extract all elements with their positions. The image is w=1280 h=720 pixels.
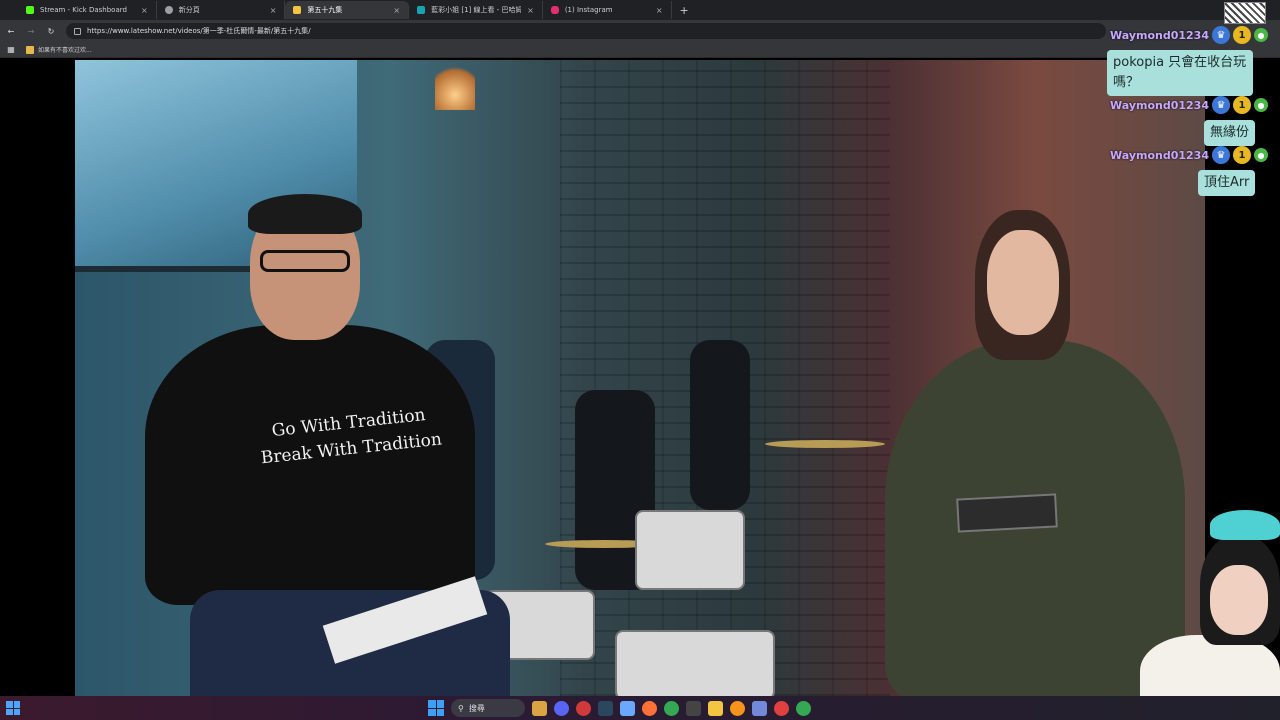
tab-label: Stream - Kick Dashboard bbox=[40, 6, 127, 14]
chat-icon[interactable] bbox=[554, 700, 569, 716]
streamer-webcam bbox=[1130, 510, 1280, 720]
instagram-favicon-icon bbox=[550, 6, 559, 14]
tom-drum bbox=[635, 510, 745, 590]
cymbal bbox=[765, 440, 885, 448]
tab-instagram[interactable]: (1) Instagram × bbox=[543, 1, 672, 19]
guitar-case bbox=[690, 340, 750, 510]
crown-badge-icon: ♛ bbox=[1212, 26, 1230, 44]
lateshow-favicon-icon bbox=[293, 6, 302, 14]
apps-grid-icon[interactable]: ▦ bbox=[6, 45, 16, 54]
tab-label: 藍彩小姐 [1] 線上看 - 巴哈姆特 bbox=[431, 6, 522, 14]
widgets-icon[interactable] bbox=[6, 701, 20, 715]
start-button-icon[interactable] bbox=[428, 700, 444, 716]
tab-kick-dashboard[interactable]: Stream - Kick Dashboard × bbox=[18, 1, 157, 19]
search-icon: ⚲ bbox=[458, 703, 464, 713]
bass-drum bbox=[615, 630, 775, 696]
close-tab-icon[interactable]: × bbox=[393, 6, 400, 15]
chat-message-text: 頂住Arr bbox=[1204, 175, 1250, 190]
firefox-icon[interactable] bbox=[642, 700, 657, 716]
taskbar-search[interactable]: ⚲ 搜尋 bbox=[451, 699, 525, 717]
tab-label: 第五十九集 bbox=[307, 6, 343, 14]
subscriber-badge: 1 bbox=[1233, 146, 1251, 164]
chrome-icon[interactable] bbox=[664, 700, 679, 716]
bitcoin-icon[interactable] bbox=[730, 700, 745, 716]
site-info-icon[interactable] bbox=[74, 27, 81, 35]
security-icon[interactable] bbox=[576, 700, 591, 716]
tab-episode-59[interactable]: 第五十九集 × bbox=[285, 1, 410, 19]
bookmark-folder-icon[interactable] bbox=[26, 45, 34, 54]
chat-message-header: Waymond01234 ♛ 1 ● bbox=[1110, 146, 1268, 164]
close-tab-icon[interactable]: × bbox=[656, 6, 663, 15]
steam-icon[interactable] bbox=[598, 700, 613, 716]
close-tab-icon[interactable]: × bbox=[141, 6, 148, 15]
tab-label: (1) Instagram bbox=[564, 6, 613, 14]
terminal-icon[interactable] bbox=[686, 700, 701, 716]
back-arrow-icon[interactable]: ← bbox=[6, 27, 16, 36]
bookmark-label[interactable]: 如果有不喜欢过欢... bbox=[38, 45, 92, 54]
bahamut-favicon-icon bbox=[417, 6, 426, 14]
taskbar-center: ⚲ 搜尋 bbox=[428, 698, 811, 718]
chat-username: Waymond01234 bbox=[1110, 98, 1209, 112]
browser-toolbar: ← → ↻ https://www.lateshow.net/videos/第一… bbox=[0, 20, 1280, 42]
hanging-lamp bbox=[435, 60, 475, 110]
photos-icon[interactable] bbox=[620, 700, 635, 716]
video-player[interactable]: Go With Tradition Break With Tradition bbox=[75, 60, 1205, 696]
close-tab-icon[interactable]: × bbox=[270, 6, 277, 15]
streamer-face bbox=[1210, 565, 1268, 635]
url-text: https://www.lateshow.net/videos/第一季-杜氏爾情… bbox=[87, 27, 311, 35]
search-label: 搜尋 bbox=[468, 703, 485, 713]
tab-anime[interactable]: 藍彩小姐 [1] 線上看 - 巴哈姆特 × bbox=[409, 1, 543, 19]
subscriber-badge: 1 bbox=[1233, 96, 1251, 114]
kick-favicon-icon bbox=[26, 6, 34, 14]
streamer-hat bbox=[1210, 510, 1280, 540]
reload-icon[interactable]: ↻ bbox=[46, 27, 56, 36]
host-face bbox=[987, 230, 1059, 335]
chat-message-text: 無緣份 bbox=[1210, 125, 1250, 140]
tablet bbox=[956, 493, 1058, 533]
chat-username: Waymond01234 bbox=[1110, 28, 1209, 42]
discord-icon[interactable] bbox=[752, 700, 767, 716]
crown-badge-icon: ♛ bbox=[1212, 146, 1230, 164]
subscriber-badge: 1 bbox=[1233, 26, 1251, 44]
new-tab-button[interactable]: + bbox=[672, 4, 697, 17]
chat-message-header: Waymond01234 ♛ 1 ● bbox=[1110, 26, 1268, 44]
chrome-icon[interactable] bbox=[796, 700, 811, 716]
game-icon[interactable] bbox=[532, 700, 547, 716]
bot-badge-icon: ● bbox=[1254, 148, 1268, 162]
record-icon[interactable] bbox=[774, 700, 789, 716]
tab-new-tab[interactable]: 新分頁 × bbox=[157, 1, 286, 19]
globe-icon bbox=[164, 6, 173, 14]
crown-badge-icon: ♛ bbox=[1212, 96, 1230, 114]
drum-kit bbox=[485, 440, 885, 696]
taskbar: ⚲ 搜尋 bbox=[0, 696, 1280, 720]
browser-tab-strip: Stream - Kick Dashboard × 新分頁 × 第五十九集 × … bbox=[0, 0, 1280, 20]
bot-badge-icon: ● bbox=[1254, 28, 1268, 42]
tab-label: 新分頁 bbox=[178, 6, 200, 14]
qr-code-icon bbox=[1224, 2, 1266, 24]
chat-message-text: pokopia 只會在收台玩嗎？ bbox=[1113, 55, 1247, 90]
chat-message-header: Waymond01234 ♛ 1 ● bbox=[1110, 96, 1268, 114]
address-bar[interactable]: https://www.lateshow.net/videos/第一季-杜氏爾情… bbox=[66, 23, 1106, 39]
folder-icon[interactable] bbox=[708, 700, 723, 716]
chat-message-bubble: 無緣份 bbox=[1204, 120, 1256, 146]
close-tab-icon[interactable]: × bbox=[527, 6, 534, 15]
bot-badge-icon: ● bbox=[1254, 98, 1268, 112]
chat-message-bubble: 頂住Arr bbox=[1198, 170, 1256, 196]
forward-arrow-icon[interactable]: → bbox=[26, 27, 36, 36]
chat-username: Waymond01234 bbox=[1110, 148, 1209, 162]
bookmarks-bar: ▦ 如果有不喜欢过欢... bbox=[0, 42, 1280, 58]
chat-message-bubble: pokopia 只會在收台玩嗎？ bbox=[1107, 50, 1253, 96]
host-hair bbox=[248, 194, 362, 234]
glasses bbox=[260, 250, 350, 272]
